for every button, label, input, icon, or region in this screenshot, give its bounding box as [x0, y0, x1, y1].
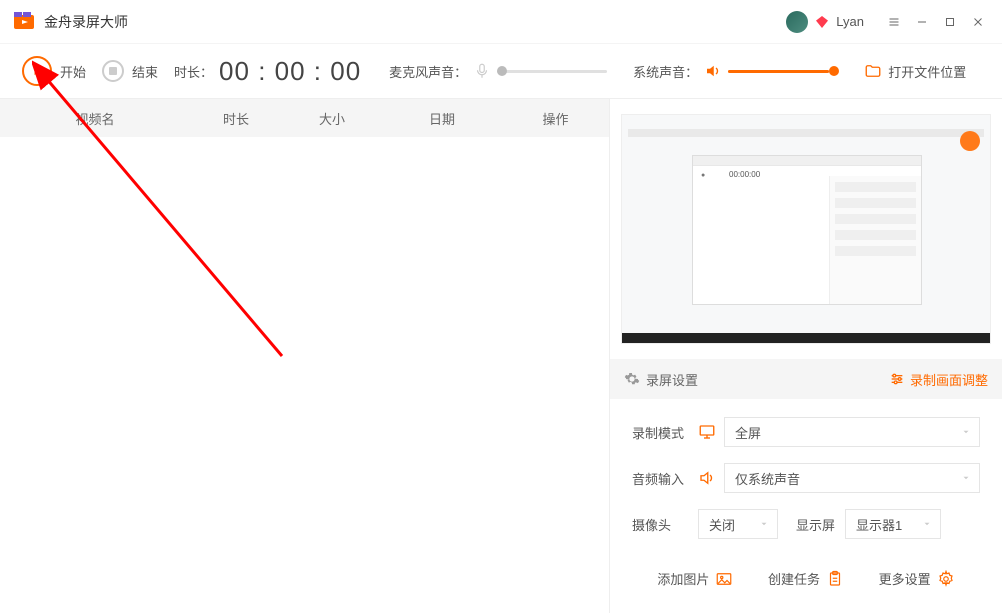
- th-name: 视频名: [0, 109, 190, 128]
- avatar[interactable]: [786, 11, 808, 33]
- open-folder-link[interactable]: 打开文件位置: [888, 62, 966, 81]
- settings-body: 录制模式 全屏 音频输入 仅系统声音: [610, 399, 1002, 613]
- timer-display: 00 : 00 : 00: [219, 56, 361, 87]
- bottom-actions: 添加图片 创建任务 更多设置: [632, 555, 980, 588]
- settings-bar: 录屏设置 录制画面调整: [610, 359, 1002, 399]
- camera-value: 关闭: [709, 515, 735, 534]
- sliders-icon: [889, 371, 905, 387]
- close-button[interactable]: [964, 8, 992, 36]
- system-audio-label: 系统声音：: [633, 62, 698, 81]
- more-settings-button[interactable]: 更多设置: [879, 569, 955, 588]
- app-logo-icon: [12, 10, 36, 34]
- maximize-button[interactable]: [936, 8, 964, 36]
- preview-thumbnail: ● 00:00:00: [621, 114, 991, 344]
- chevron-down-icon: [922, 519, 932, 529]
- audio-select[interactable]: 仅系统声音: [724, 463, 980, 493]
- preview-area: ● 00:00:00: [610, 99, 1002, 359]
- clipboard-icon: [826, 570, 844, 588]
- toolbar: 开始 结束 时长： 00 : 00 : 00 麦克风声音： 系统声音： 打开文件…: [0, 44, 1002, 99]
- monitor-value: 显示器1: [856, 515, 902, 534]
- duration-label: 时长：: [174, 62, 213, 81]
- folder-icon: [864, 62, 882, 80]
- mic-label: 麦克风声音：: [389, 62, 467, 81]
- table-body: [0, 137, 609, 613]
- add-image-label: 添加图片: [657, 569, 709, 588]
- audio-value: 仅系统声音: [735, 469, 800, 488]
- table-header: 视频名 时长 大小 日期 操作: [0, 99, 609, 137]
- adjust-recording-link[interactable]: 录制画面调整: [889, 370, 988, 389]
- mic-volume-slider[interactable]: [497, 70, 607, 73]
- start-label: 开始: [60, 62, 86, 81]
- create-task-label: 创建任务: [768, 569, 820, 588]
- play-icon: [31, 65, 43, 77]
- gear-outline-icon: [937, 570, 955, 588]
- system-volume-slider[interactable]: [728, 70, 838, 73]
- vip-badge-icon: [814, 14, 830, 30]
- monitor-select[interactable]: 显示器1: [845, 509, 941, 539]
- camera-label: 摄像头: [632, 515, 698, 534]
- chevron-down-icon: [961, 427, 971, 437]
- speaker-icon: [698, 469, 716, 487]
- chevron-down-icon: [759, 519, 769, 529]
- settings-title: 录屏设置: [646, 370, 698, 389]
- title-bar: 金舟录屏大师 Lyan: [0, 0, 1002, 44]
- th-ops: 操作: [502, 109, 609, 128]
- adjust-label: 录制画面调整: [910, 370, 988, 389]
- add-image-button[interactable]: 添加图片: [657, 569, 733, 588]
- create-task-button[interactable]: 创建任务: [768, 569, 844, 588]
- username[interactable]: Lyan: [836, 14, 864, 29]
- mode-value: 全屏: [735, 423, 761, 442]
- minimize-button[interactable]: [908, 8, 936, 36]
- monitor-label: 显示屏: [796, 515, 835, 534]
- camera-select[interactable]: 关闭: [698, 509, 778, 539]
- audio-input-label: 音频输入: [632, 469, 698, 488]
- microphone-icon: [473, 62, 491, 80]
- monitor-icon: [698, 423, 716, 441]
- th-duration: 时长: [190, 109, 282, 128]
- start-record-button[interactable]: [22, 56, 52, 86]
- gear-icon: [624, 371, 640, 387]
- menu-button[interactable]: [880, 8, 908, 36]
- stop-record-button[interactable]: [102, 60, 124, 82]
- content-area: 视频名 时长 大小 日期 操作 ● 00:00:00: [0, 99, 1002, 613]
- app-title: 金舟录屏大师: [44, 12, 128, 32]
- stop-icon: [109, 67, 117, 75]
- chevron-down-icon: [961, 473, 971, 483]
- more-settings-label: 更多设置: [879, 569, 931, 588]
- video-list-pane: 视频名 时长 大小 日期 操作: [0, 99, 610, 613]
- mode-select[interactable]: 全屏: [724, 417, 980, 447]
- mode-label: 录制模式: [632, 423, 698, 442]
- th-size: 大小: [282, 109, 382, 128]
- image-icon: [715, 570, 733, 588]
- stop-label: 结束: [132, 62, 158, 81]
- speaker-icon: [704, 62, 722, 80]
- right-pane: ● 00:00:00 录屏设置: [610, 99, 1002, 613]
- th-date: 日期: [382, 109, 502, 128]
